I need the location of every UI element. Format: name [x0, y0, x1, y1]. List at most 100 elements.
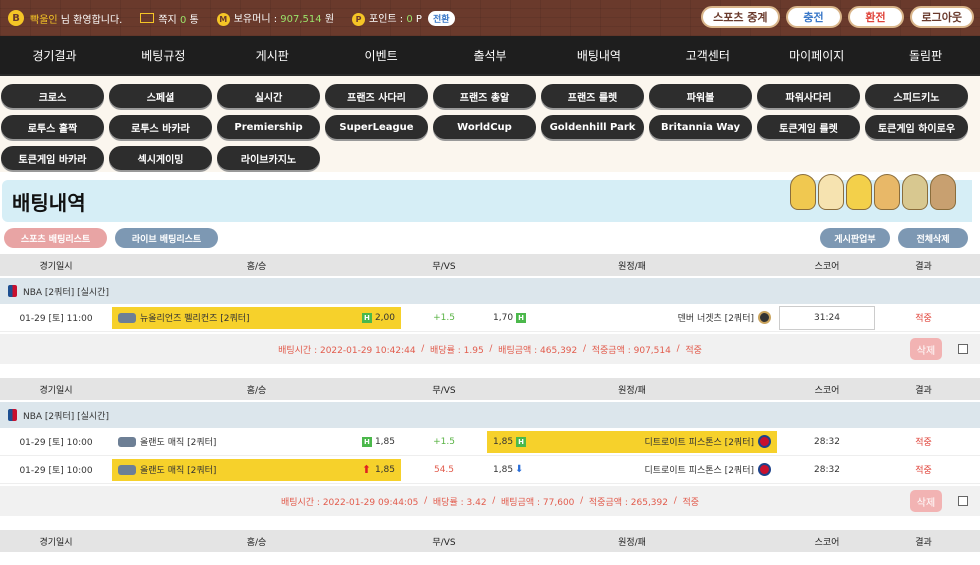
team-logo-icon	[118, 312, 136, 323]
sports-stream-button[interactable]: 스포츠 중계	[701, 6, 780, 28]
col-score: 스코어	[814, 385, 840, 396]
game-button[interactable]: WorldCup	[433, 115, 536, 139]
mascot-icon	[902, 174, 928, 210]
nav-board[interactable]: 게시판	[218, 36, 327, 74]
game-button[interactable]: 토큰게임 바카라	[1, 146, 104, 170]
team-logo-icon	[758, 463, 771, 476]
league-row: NBA [2쿼터] [실시간]	[0, 278, 980, 304]
home-team: 올랜도 매직 [2쿼터]	[140, 466, 217, 476]
live-list-button[interactable]: 라이브 배팅리스트	[115, 228, 218, 248]
game-button[interactable]: 스피드키노	[865, 84, 968, 108]
home-team: 뉴올리언즈 펠리컨즈 [2쿼터]	[140, 314, 250, 324]
game-button[interactable]: 섹시게이밍	[109, 146, 212, 170]
col-score: 스코어	[814, 261, 840, 272]
game-button[interactable]: 라이브카지노	[217, 146, 320, 170]
game-button[interactable]: 로투스 홀짝	[1, 115, 104, 139]
team-logo-icon	[118, 436, 136, 447]
game-button[interactable]: 토큰게임 하이로우	[865, 115, 968, 139]
bet-odds: 배당률 : 1.95	[430, 345, 484, 356]
select-checkbox[interactable]	[958, 344, 968, 354]
away-team: 디트로이트 피스톤스 [2쿼터]	[644, 438, 754, 448]
col-date: 경기일시	[39, 261, 73, 272]
nav-support[interactable]: 고객센터	[653, 36, 762, 74]
point-swap-button[interactable]: 전환	[427, 10, 455, 26]
bet-amount: 배팅금액 : 465,392	[498, 345, 578, 356]
money-info: M 보유머니 : 907,514 원	[216, 10, 334, 26]
col-draw: 무/VS	[432, 261, 456, 272]
spacer	[0, 516, 980, 530]
away-selection[interactable]: 1,85 ⬇ 디트로이트 피스톤스 [2쿼터]	[487, 459, 777, 481]
bet-time: 배팅시간 : 2022-01-29 09:44:05	[280, 497, 419, 508]
game-button[interactable]: 토큰게임 룰렛	[757, 115, 860, 139]
game-button[interactable]: 파워볼	[649, 84, 752, 108]
game-button[interactable]: 로투스 바카라	[109, 115, 212, 139]
table-header: 경기일시 홈/승 무/VS 원정/패 스코어 결과	[0, 254, 980, 276]
match-date: 01-29 [토] 10:00	[19, 466, 93, 476]
deposit-button[interactable]: 충전	[785, 6, 842, 28]
delete-button[interactable]: 삭제	[910, 490, 942, 512]
home-selection[interactable]: 올랜도 매직 [2쿼터] H 1,85	[112, 431, 401, 453]
col-result: 결과	[915, 537, 932, 548]
delete-all-button[interactable]: 전체삭제	[898, 228, 968, 248]
away-selection[interactable]: 1,70 H 덴버 너겟츠 [2쿼터]	[487, 307, 777, 329]
home-selection[interactable]: 올랜도 매직 [2쿼터] ⬆ 1,85	[112, 458, 401, 481]
game-button[interactable]: 파워사다리	[757, 84, 860, 108]
nav-rules[interactable]: 베팅규정	[109, 36, 218, 74]
game-button[interactable]: 프랜즈 사다리	[325, 84, 428, 108]
withdraw-button[interactable]: 환전	[847, 6, 904, 28]
level-badge: B	[8, 10, 24, 26]
team-logo-icon	[758, 435, 771, 448]
col-date: 경기일시	[39, 385, 73, 396]
nav-roulette[interactable]: 돌림판	[871, 36, 980, 74]
game-button[interactable]: 프랜즈 룰렛	[541, 84, 644, 108]
score: 28:32	[814, 436, 840, 447]
handicap-badge: H	[516, 312, 527, 323]
away-odds: 1,70	[493, 312, 514, 323]
col-result: 결과	[915, 385, 932, 396]
nav-mypage[interactable]: 마이페이지	[762, 36, 871, 74]
note-info[interactable]: 쪽지 0 통	[140, 11, 199, 26]
game-button[interactable]: Britannia Way	[649, 115, 752, 139]
logout-button[interactable]: 로그아웃	[909, 6, 974, 28]
game-button[interactable]: 실시간	[217, 84, 320, 108]
sports-list-button[interactable]: 스포츠 배팅리스트	[4, 228, 107, 248]
point-label: 포인트 :	[369, 14, 404, 25]
nav-results[interactable]: 경기결과	[0, 36, 109, 74]
win-amount: 적중금액 : 907,514	[591, 345, 671, 356]
note-unit: 통	[189, 14, 199, 26]
game-button[interactable]: 스페셜	[109, 84, 212, 108]
game-button[interactable]: Goldenhill Park	[541, 115, 644, 139]
top-bar: B 빡울인 님 환영합니다. 쪽지 0 통 M 보유머니 : 907,514 원 …	[0, 0, 980, 36]
col-home: 홈/승	[246, 261, 267, 272]
away-selection[interactable]: 1,85 H 디트로이트 피스톤스 [2쿼터]	[487, 430, 777, 453]
greeting: 님 환영합니다.	[60, 14, 123, 26]
win-amount: 적중금액 : 265,392	[588, 497, 668, 508]
result: 적중	[915, 314, 932, 324]
game-button[interactable]: SuperLeague	[325, 115, 428, 139]
select-checkbox[interactable]	[958, 496, 968, 506]
game-button[interactable]: 프랜즈 총알	[433, 84, 536, 108]
col-result: 결과	[915, 261, 932, 272]
away-team: 덴버 너겟츠 [2쿼터]	[677, 314, 754, 324]
team-logo-icon	[118, 464, 136, 475]
game-button[interactable]: Premiership	[217, 115, 320, 139]
bet-amount: 배팅금액 : 77,600	[501, 497, 575, 508]
nav-bet-history[interactable]: 배팅내역	[544, 36, 653, 74]
nav-event[interactable]: 이벤트	[327, 36, 436, 74]
col-away: 원정/패	[618, 537, 646, 548]
nba-logo-icon	[8, 409, 17, 421]
home-selection[interactable]: 뉴올리언즈 펠리컨즈 [2쿼터] H 2,00	[112, 306, 401, 329]
game-button[interactable]: 크로스	[1, 84, 104, 108]
top-right-buttons: 스포츠 중계 충전 환전 로그아웃	[701, 6, 974, 28]
home-odds: 1,85	[374, 464, 395, 475]
handicap-badge: H	[516, 436, 527, 447]
money-label: 보유머니 :	[233, 14, 278, 25]
bet-info: 배팅시간 : 2022-01-29 09:44:05 / 배당률 : 3.42 …	[0, 486, 980, 516]
away-team: 디트로이트 피스톤스 [2쿼터]	[644, 466, 754, 476]
mascot-icon	[846, 174, 872, 210]
nav-attendance[interactable]: 출석부	[436, 36, 545, 74]
delete-button[interactable]: 삭제	[910, 338, 942, 360]
board-post-button[interactable]: 게시판업부	[820, 228, 890, 248]
score: 28:32	[814, 464, 840, 475]
home-odds: 2,00	[374, 312, 395, 323]
